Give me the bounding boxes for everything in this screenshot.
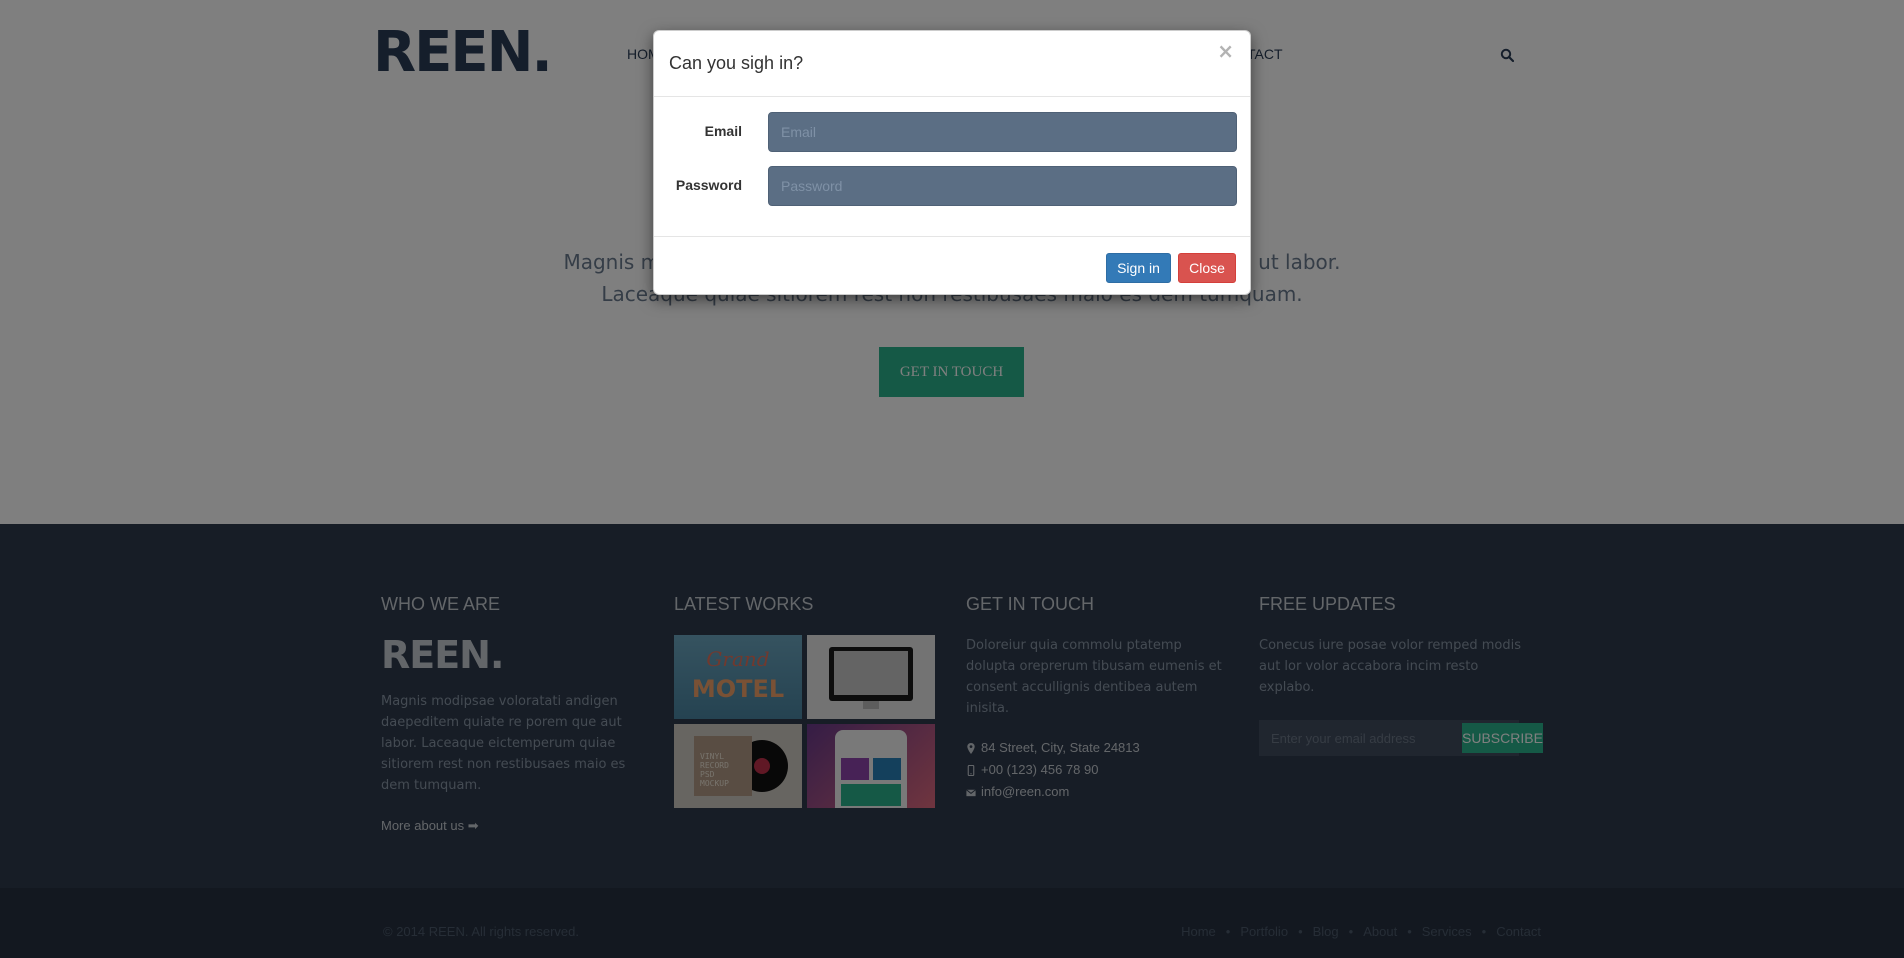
modal-header: Can you sigh in? × [654, 31, 1250, 97]
email-label: Email [704, 123, 742, 139]
modal-footer: Sign in Close [654, 236, 1250, 294]
sign-in-button[interactable]: Sign in [1106, 253, 1171, 283]
modal-body: Email Password [654, 97, 1250, 236]
modal-title: Can you sigh in? [669, 53, 804, 73]
email-row: Email [654, 112, 1250, 154]
email-field[interactable] [768, 112, 1237, 152]
password-row: Password [654, 166, 1250, 208]
close-button[interactable]: Close [1178, 253, 1236, 283]
password-label: Password [675, 177, 742, 193]
password-field[interactable] [768, 166, 1237, 206]
close-icon[interactable]: × [1217, 41, 1234, 61]
sign-in-modal: Can you sigh in? × Email Password Sign i… [653, 30, 1251, 295]
